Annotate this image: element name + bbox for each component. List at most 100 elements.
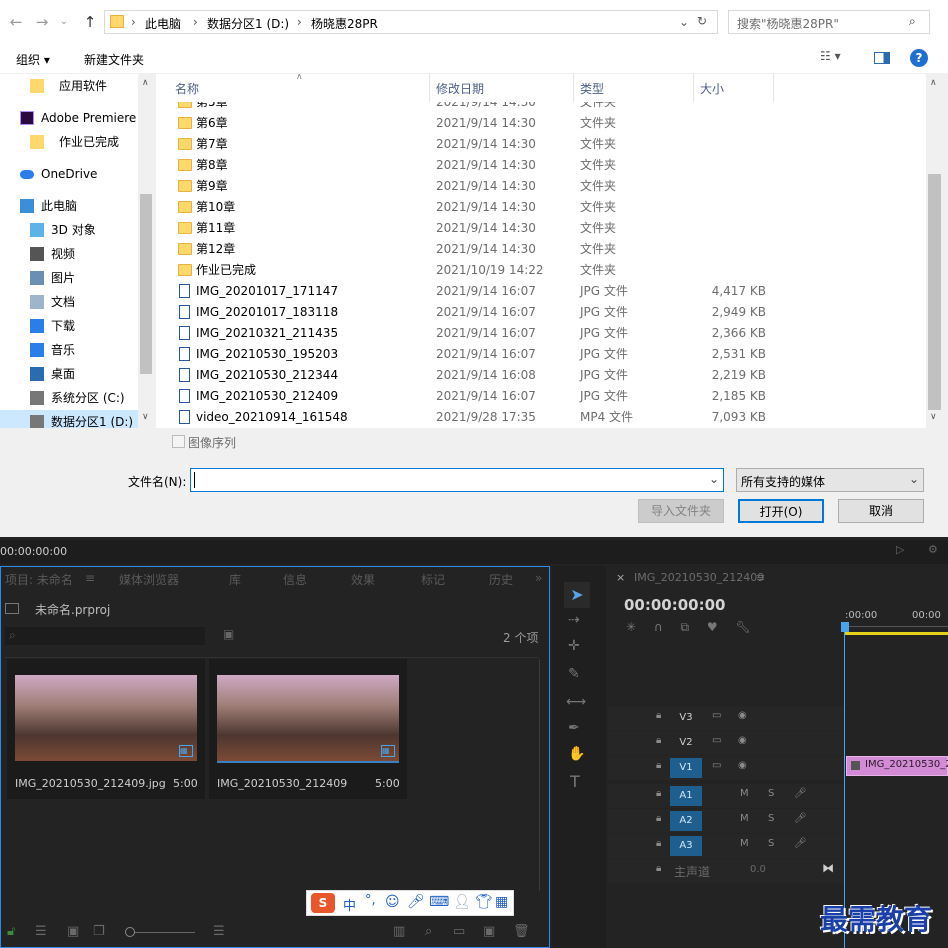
type-tool-icon[interactable]: T — [570, 772, 580, 791]
lock-icon[interactable]: 🔒︎ — [656, 760, 668, 774]
microphone-icon[interactable]: 🎤︎ — [794, 788, 807, 802]
lock-icon[interactable]: 🔒︎ — [656, 735, 668, 749]
sogou-logo-icon[interactable]: S — [311, 893, 335, 913]
solo-button[interactable]: S — [768, 813, 780, 827]
nav-item[interactable]: 系统分区 (C:) — [0, 386, 138, 410]
tab-markers[interactable]: 标记 — [421, 571, 445, 588]
clip-thumbnail[interactable]: ▦ IMG_20210530_212409.jpg 5:00 — [7, 659, 205, 799]
user-icon[interactable]: 👤︎ — [453, 894, 471, 910]
marker-icon[interactable]: ♥ — [707, 620, 718, 634]
refresh-icon[interactable]: ↻ — [697, 14, 707, 28]
lock-icon[interactable]: 🔒︎ — [656, 788, 668, 802]
open-button[interactable]: 打开(O) — [738, 499, 824, 523]
slip-tool-icon[interactable]: ⟷ — [566, 694, 586, 710]
nav-item[interactable]: Adobe Premiere — [0, 106, 138, 130]
project-search-input[interactable]: ⌕ — [5, 627, 205, 645]
lock-icon[interactable]: 🔒︎ — [656, 710, 668, 724]
track-select-tool-icon[interactable]: ⇢ — [568, 612, 580, 628]
scrollbar-thumb[interactable] — [140, 194, 152, 374]
lock-icon[interactable]: 🔒︎ — [656, 813, 668, 827]
file-row[interactable]: IMG_20201017_171147 2021/9/14 16:07 JPG 文件… — [156, 281, 926, 302]
file-row[interactable]: 第11章 2021/9/14 14:30 文件夹 — [156, 218, 926, 239]
track-label[interactable]: A2 — [670, 811, 702, 831]
toolbox-icon[interactable]: ▦ — [495, 894, 508, 910]
mute-button[interactable]: M — [740, 813, 752, 827]
solo-button[interactable]: S — [768, 788, 780, 802]
nav-item[interactable]: 视频 — [0, 242, 138, 266]
address-bar[interactable]: › 此电脑 › 数据分区1 (D:) › 杨晓惠28PR ⌄ ↻ — [104, 10, 718, 34]
scroll-down-icon[interactable]: ∨ — [142, 412, 149, 422]
file-type-filter[interactable]: 所有支持的媒体 ⌄ — [736, 468, 924, 492]
import-folder-button[interactable]: 导入文件夹 — [638, 499, 724, 523]
eye-icon[interactable]: ◉ — [738, 735, 750, 749]
lock-icon[interactable]: 🔒︎ — [656, 863, 668, 877]
file-row[interactable]: IMG_20201017_183118 2021/9/14 16:07 JPG 文件… — [156, 302, 926, 323]
play-icon[interactable]: ▷ — [896, 543, 904, 556]
nav-item[interactable]: 文档 — [0, 290, 138, 314]
tab-menu-icon[interactable]: ≡ — [756, 571, 765, 584]
pen-tool-icon[interactable]: ✒ — [568, 720, 580, 736]
sort-icon[interactable]: ☰ — [213, 924, 225, 939]
up-arrow-icon[interactable]: ↑ — [80, 12, 100, 32]
selection-tool-icon[interactable]: ➤ — [564, 582, 590, 608]
file-row[interactable]: video_20210914_161548 2021/9/28 17:35 MP4 … — [156, 407, 926, 428]
tab-info[interactable]: 信息 — [283, 571, 307, 588]
nav-item[interactable]: 应用软件 — [0, 74, 138, 98]
new-bin-icon[interactable]: ▭ — [453, 924, 465, 939]
search-icon[interactable]: ⌕ — [909, 14, 916, 29]
scrollbar-thumb[interactable] — [928, 174, 941, 410]
scroll-down-icon[interactable]: ∨ — [930, 412, 937, 422]
file-row[interactable]: IMG_20210530_212409 2021/9/14 16:07 JPG 文件… — [156, 386, 926, 407]
punctuation-icon[interactable]: °, — [365, 893, 376, 908]
tab-media-browser[interactable]: 媒体浏览器 — [119, 571, 179, 588]
forward-arrow-icon[interactable]: → — [32, 12, 52, 32]
column-divider[interactable] — [693, 74, 694, 102]
voice-icon[interactable]: 🎤︎ — [407, 894, 425, 910]
work-area-bar[interactable] — [844, 632, 948, 635]
settings-icon[interactable]: ⚙ — [928, 543, 938, 556]
file-row[interactable]: IMG_20210321_211435 2021/9/14 16:07 JPG 文件… — [156, 323, 926, 344]
track-label[interactable]: A3 — [670, 836, 702, 856]
timeline-clip[interactable]: IMG_20210530_21 — [846, 756, 948, 776]
file-row[interactable]: 第9章 2021/9/14 14:30 文件夹 — [156, 176, 926, 197]
breadcrumb-item[interactable]: 数据分区1 (D:) — [207, 15, 289, 32]
icon-view-icon[interactable]: ▣ — [67, 924, 79, 939]
new-item-icon[interactable]: ▣ — [483, 924, 495, 939]
column-header-date[interactable]: 修改日期 — [436, 80, 484, 97]
nav-item[interactable]: 3D 对象 — [0, 218, 138, 242]
image-sequence-checkbox[interactable] — [172, 435, 185, 448]
playhead[interactable] — [841, 622, 849, 632]
scroll-up-icon[interactable]: ∧ — [142, 78, 149, 88]
snap-icon[interactable]: ∩ — [654, 620, 663, 634]
hand-tool-icon[interactable]: ✋ — [568, 746, 585, 762]
panel-scrollbar[interactable] — [539, 659, 540, 891]
chevron-down-icon[interactable]: ⌄ — [679, 15, 689, 29]
breadcrumb-item[interactable]: 杨晓惠28PR — [311, 15, 378, 32]
file-row[interactable]: IMG_20210530_195203 2021/9/14 16:07 JPG 文件… — [156, 344, 926, 365]
solo-button[interactable]: S — [768, 838, 780, 852]
go-to-end-icon[interactable]: ⧓ — [822, 861, 834, 875]
list-view-icon[interactable]: ☰ — [35, 924, 47, 939]
cancel-button[interactable]: 取消 — [838, 499, 924, 523]
nav-item[interactable]: 音乐 — [0, 338, 138, 362]
nest-icon[interactable]: ✳ — [626, 620, 636, 634]
chevron-down-icon[interactable]: ⌄ — [709, 472, 719, 486]
nav-item[interactable]: 此电脑 — [0, 194, 138, 218]
preview-pane-icon[interactable] — [874, 52, 890, 64]
sequence-tab[interactable]: IMG_20210530_212409 — [634, 571, 764, 584]
zoom-slider-handle[interactable] — [125, 927, 135, 937]
new-folder-button[interactable]: 新建文件夹 — [84, 51, 144, 68]
file-row[interactable]: 第10章 2021/9/14 14:30 文件夹 — [156, 197, 926, 218]
ripple-edit-tool-icon[interactable]: ✛ — [568, 638, 580, 654]
zoom-slider[interactable] — [135, 932, 195, 933]
tab-effects[interactable]: 效果 — [351, 571, 375, 588]
file-list-scrollbar[interactable]: ∧ ∨ — [926, 74, 943, 428]
column-divider[interactable] — [773, 74, 774, 102]
ime-mode[interactable]: 中 — [343, 895, 356, 914]
breadcrumb-item[interactable]: 此电脑 — [145, 15, 181, 32]
nav-scrollbar[interactable]: ∧ ∨ — [138, 74, 154, 428]
new-bin-icon[interactable]: ▣ — [223, 627, 234, 641]
sync-icon[interactable]: ▭ — [712, 760, 724, 774]
master-value[interactable]: 0.0 — [750, 864, 766, 875]
column-header-size[interactable]: 大小 — [700, 80, 724, 97]
